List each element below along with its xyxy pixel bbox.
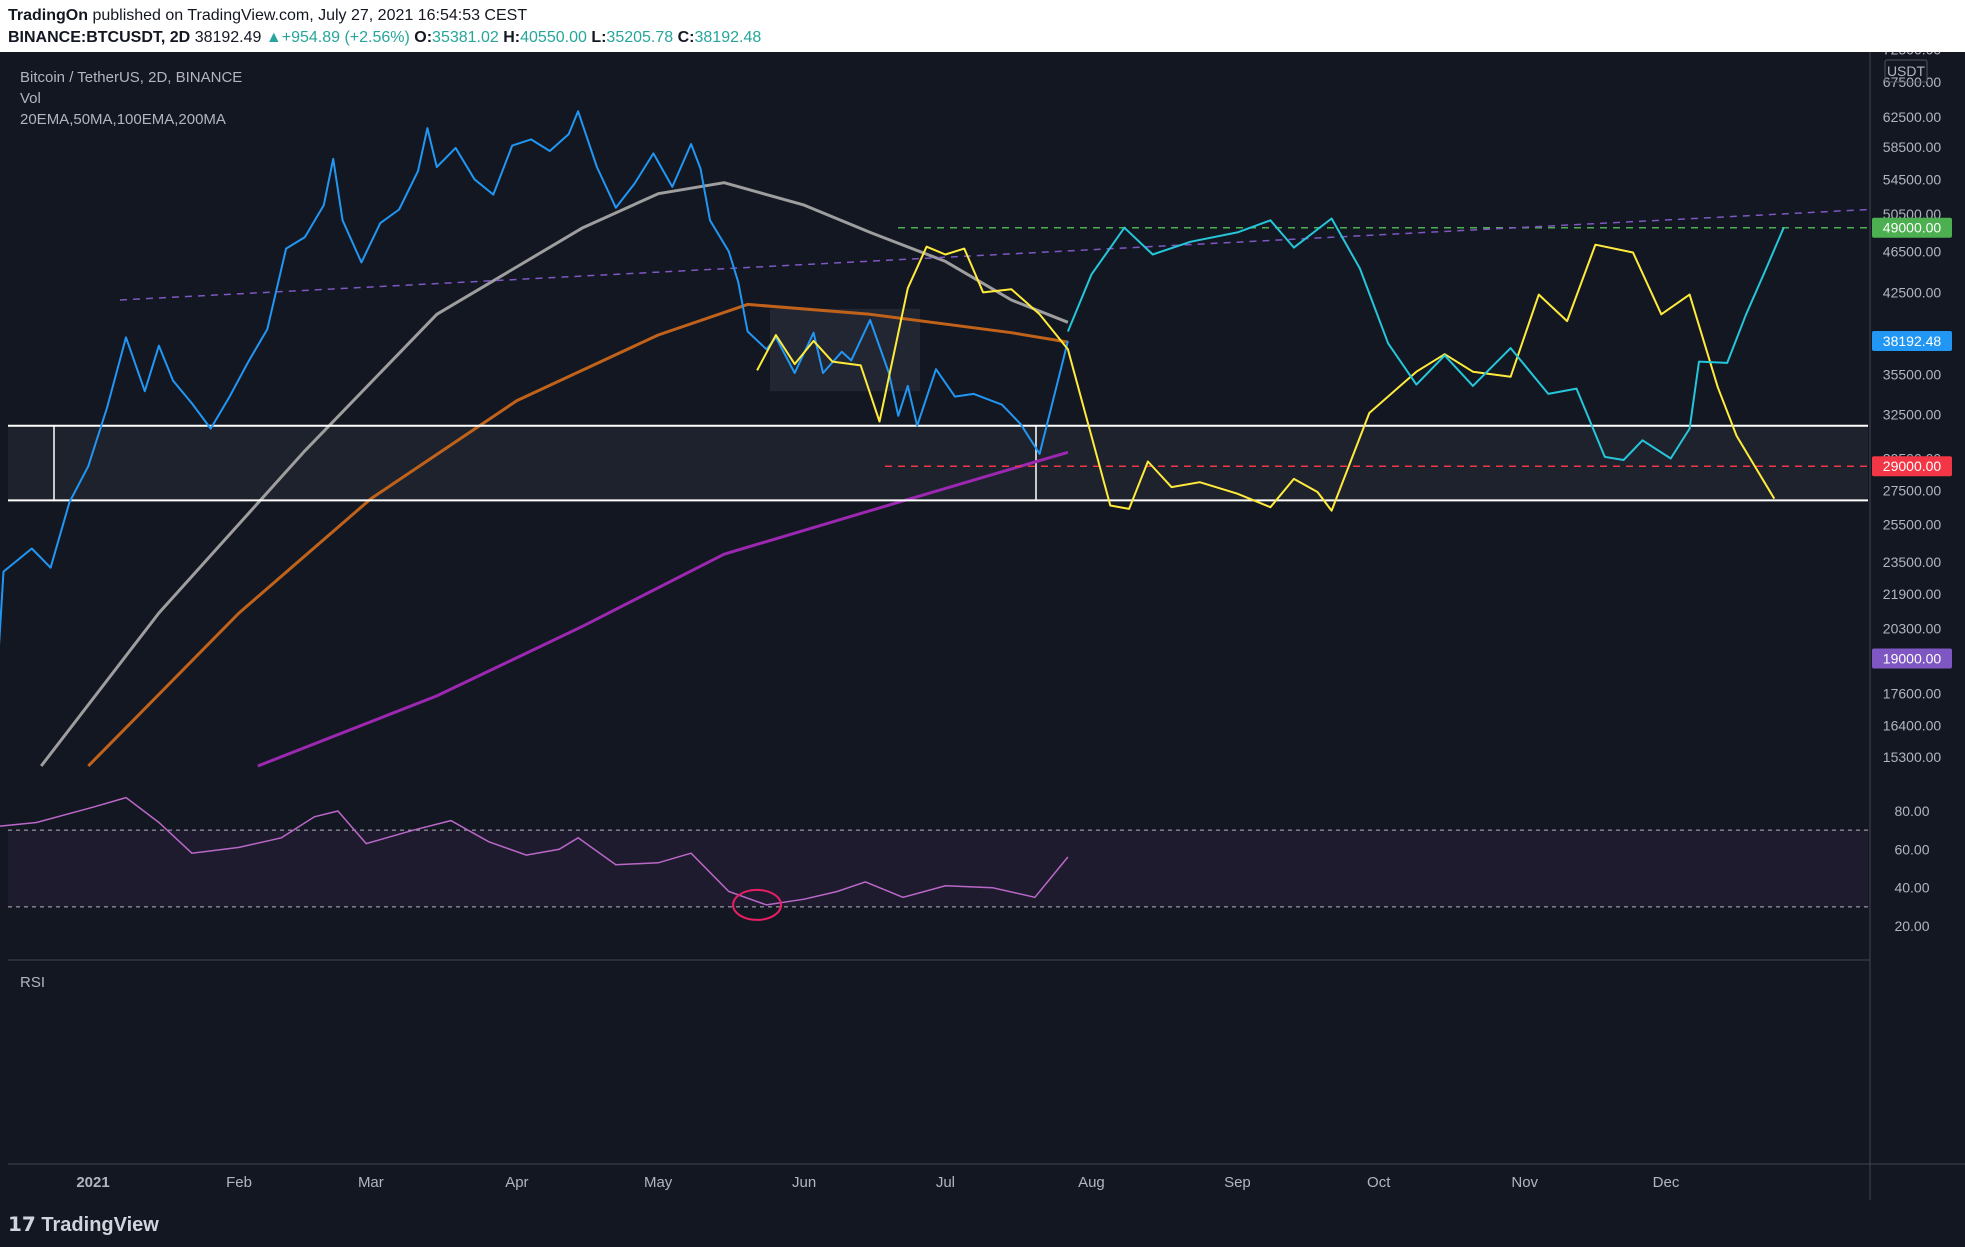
up-arrow-icon: ▲	[265, 29, 282, 46]
price-label-text: 29000.00	[1883, 458, 1942, 474]
y-tick-label: 15300.00	[1883, 749, 1942, 765]
x-tick-label: 2021	[76, 1174, 109, 1191]
y-tick-label: 27500.00	[1883, 482, 1942, 498]
y-tick-label: 62500.00	[1883, 109, 1942, 125]
publisher-name[interactable]: TradingOn	[8, 7, 88, 24]
consolidation-box[interactable]	[770, 308, 920, 392]
close-value: 38192.48	[694, 29, 762, 46]
y-tick-label: 42500.00	[1883, 284, 1942, 300]
symbol-name: BINANCE:BTCUSDT, 2D	[8, 29, 191, 46]
high-value: 40550.00	[520, 29, 587, 46]
rsi-band	[8, 830, 1868, 907]
chart-title: Bitcoin / TetherUS, 2D, BINANCE	[20, 69, 242, 86]
logo-text: TradingView	[41, 1214, 159, 1236]
price-label-text: 38192.48	[1883, 333, 1942, 349]
publish-info: TradingOn published on TradingView.com, …	[8, 7, 527, 25]
y-tick-label: 23500.00	[1883, 554, 1942, 570]
low-label: L:	[591, 29, 607, 46]
footer: 𝟭𝟳 TradingView	[0, 1200, 1965, 1247]
y-tick-label: 25500.00	[1883, 517, 1942, 533]
close-label: C:	[677, 29, 695, 46]
price-label-text: 19000.00	[1883, 651, 1942, 667]
high-label: H:	[503, 29, 521, 46]
symbol-info: BINANCE:BTCUSDT, 2D 38192.49 ▲+954.89 (+…	[8, 29, 761, 47]
ma-legend: 20EMA,50MA,100EMA,200MA	[20, 111, 226, 128]
x-tick-label: Sep	[1224, 1174, 1251, 1191]
publish-header: TradingOn published on TradingView.com, …	[0, 0, 1965, 52]
y-tick-label: 35500.00	[1883, 366, 1942, 382]
open-value: 35381.02	[432, 29, 499, 46]
rsi-tick-label: 20.00	[1894, 918, 1929, 934]
y-tick-label: 16400.00	[1883, 717, 1942, 733]
low-value: 35205.78	[606, 29, 674, 46]
y-tick-label: 46500.00	[1883, 244, 1942, 260]
last-price: 38192.49	[194, 29, 262, 46]
price-chart[interactable]: 72500.0067500.0062500.0058500.0054500.00…	[0, 52, 1965, 1200]
currency-label: USDT	[1887, 63, 1926, 79]
tradingview-logo[interactable]: 𝟭𝟳 TradingView	[8, 1212, 159, 1237]
x-tick-label: Feb	[226, 1174, 252, 1191]
rsi-tick-label: 80.00	[1894, 803, 1929, 819]
price-change: +954.89 (+2.56%)	[281, 29, 410, 46]
volume-legend: Vol	[20, 90, 41, 107]
x-tick-label: Mar	[358, 1174, 384, 1191]
y-tick-label: 58500.00	[1883, 139, 1942, 155]
rsi-legend: RSI	[20, 974, 45, 991]
x-tick-label: Oct	[1367, 1174, 1391, 1191]
y-tick-label: 32500.00	[1883, 406, 1942, 422]
price-label-text: 49000.00	[1883, 220, 1942, 236]
y-tick-label: 21900.00	[1883, 586, 1942, 602]
tradingview-logo-icon: 𝟭𝟳	[8, 1214, 36, 1236]
y-tick-label: 72500.00	[1883, 52, 1942, 58]
x-tick-label: Dec	[1653, 1174, 1680, 1191]
y-tick-label: 17600.00	[1883, 685, 1942, 701]
open-label: O:	[414, 29, 433, 46]
published-text: published on TradingView.com, July 27, 2…	[92, 7, 528, 24]
rsi-tick-label: 60.00	[1894, 841, 1929, 857]
y-tick-label: 54500.00	[1883, 171, 1942, 187]
x-tick-label: Apr	[505, 1174, 528, 1191]
x-tick-label: May	[644, 1174, 673, 1191]
rsi-tick-label: 40.00	[1894, 880, 1929, 896]
chart-background	[0, 52, 1965, 1200]
x-tick-label: Aug	[1078, 1174, 1105, 1191]
y-tick-label: 20300.00	[1883, 620, 1942, 636]
x-tick-label: Jul	[936, 1174, 955, 1191]
x-tick-label: Jun	[792, 1174, 816, 1191]
x-tick-label: Nov	[1511, 1174, 1538, 1191]
